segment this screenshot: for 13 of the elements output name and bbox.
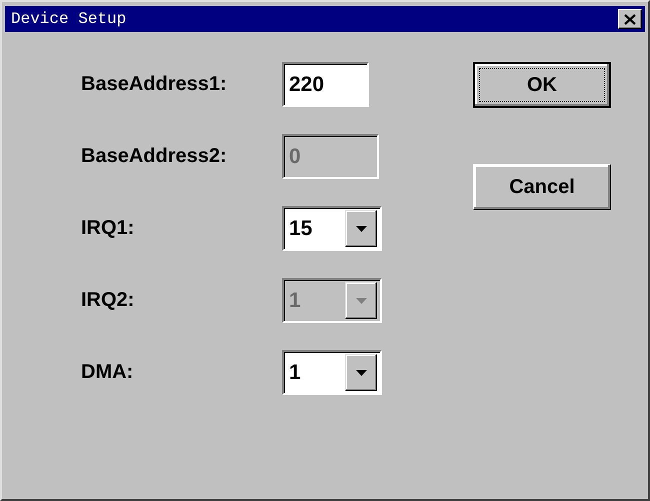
input-field[interactable]: 220 bbox=[282, 62, 369, 107]
window-title: Device Setup bbox=[11, 10, 126, 28]
field-label: BaseAddress2: bbox=[81, 145, 228, 168]
field-label: BaseAddress1: bbox=[81, 73, 228, 96]
field-label: IRQ2: bbox=[81, 289, 136, 312]
ok-button[interactable]: OK bbox=[473, 62, 611, 108]
field-label: DMA: bbox=[81, 361, 134, 384]
close-icon[interactable] bbox=[624, 14, 636, 24]
field-label: IRQ1: bbox=[81, 217, 136, 240]
dropdown-field[interactable]: 15 bbox=[282, 206, 382, 251]
dropdown-field[interactable]: 1 bbox=[282, 350, 382, 395]
close-button[interactable] bbox=[618, 9, 642, 29]
cancel-button[interactable]: Cancel bbox=[473, 164, 611, 210]
